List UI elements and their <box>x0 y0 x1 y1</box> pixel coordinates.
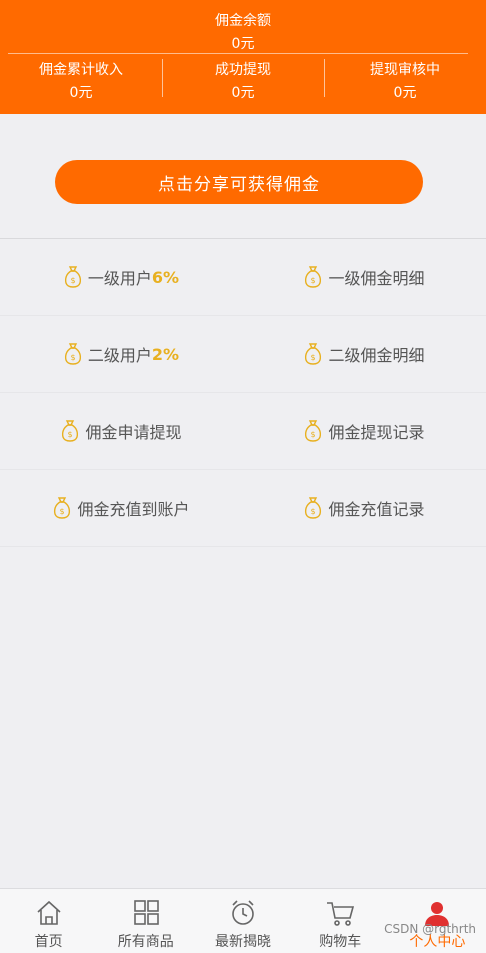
stat-withdrawn: 成功提现 0元 <box>162 57 324 101</box>
svg-text:$: $ <box>70 353 75 362</box>
home-icon <box>37 900 61 925</box>
tab-label: 所有商品 <box>117 934 174 950</box>
tab-home[interactable]: 首页 <box>0 889 97 953</box>
menu-item-label: 二级佣金明细 <box>328 346 425 365</box>
stat-value: 0元 <box>393 85 417 101</box>
menu-item-level1-users[interactable]: $ 一级用户 6% <box>0 239 243 315</box>
menu-item-label: 佣金充值到账户 <box>77 500 190 519</box>
stats-row: 佣金累计收入 0元 成功提现 0元 提现审核中 0元 <box>0 57 486 101</box>
menu-item-label: 佣金充值记录 <box>328 500 425 519</box>
grid-icon <box>133 900 159 925</box>
stat-label: 成功提现 <box>215 62 271 78</box>
svg-text:$: $ <box>311 353 316 362</box>
stat-value: 0元 <box>69 85 93 101</box>
svg-text:$: $ <box>68 430 73 439</box>
stat-label: 提现审核中 <box>370 62 440 78</box>
level2-percent: 2% <box>151 344 180 364</box>
commission-header: 佣金余额 0元 佣金累计收入 0元 成功提现 0元 提现审核中 0元 <box>0 0 486 114</box>
tab-profile[interactable]: 个人中心 <box>389 889 486 953</box>
tab-label: 最新揭晓 <box>215 934 271 950</box>
svg-text:$: $ <box>311 430 316 439</box>
menu-item-level2-detail[interactable]: $ 二级佣金明细 <box>243 316 486 392</box>
menu-item-label: 一级用户 <box>87 269 152 288</box>
svg-text:$: $ <box>311 276 316 285</box>
menu-item-label: 佣金提现记录 <box>328 423 425 442</box>
money-bag-icon: $ <box>305 420 322 442</box>
menu-item-level2-users[interactable]: $ 二级用户 2% <box>0 316 243 392</box>
tab-latest[interactable]: 最新揭晓 <box>194 889 291 953</box>
level1-percent: 6% <box>151 267 180 287</box>
stat-value: 0元 <box>231 85 255 101</box>
balance-value: 0元 <box>231 36 255 52</box>
menu-item-recharge-record[interactable]: $ 佣金充值记录 <box>243 470 486 546</box>
cart-icon <box>327 902 355 926</box>
tab-label: 首页 <box>34 934 63 950</box>
commission-menu: $ 一级用户 6% $ 一级佣金明细 $ 二级用户 2% $ 二级佣金明细 $ … <box>0 239 486 547</box>
svg-text:$: $ <box>311 507 316 516</box>
menu-row: $ 佣金申请提现 $ 佣金提现记录 <box>0 393 486 470</box>
menu-item-label: 一级佣金明细 <box>328 269 425 288</box>
balance-label: 佣金余额 <box>215 13 271 29</box>
money-bag-icon: $ <box>62 420 79 442</box>
money-bag-icon: $ <box>54 497 71 519</box>
menu-row: $ 一级用户 6% $ 一级佣金明细 <box>0 239 486 316</box>
money-bag-icon: $ <box>305 266 322 288</box>
money-bag-icon: $ <box>64 266 81 288</box>
money-bag-icon: $ <box>305 497 322 519</box>
header-divider <box>8 53 468 54</box>
menu-row: $ 佣金充值到账户 $ 佣金充值记录 <box>0 470 486 547</box>
menu-item-withdraw-record[interactable]: $ 佣金提现记录 <box>243 393 486 469</box>
svg-text:$: $ <box>70 276 75 285</box>
stat-pending-review: 提现审核中 0元 <box>324 57 486 101</box>
menu-item-label: 二级用户 <box>87 346 152 365</box>
tab-cart[interactable]: 购物车 <box>292 889 389 953</box>
svg-text:$: $ <box>60 507 65 516</box>
menu-item-label: 佣金申请提现 <box>85 423 182 442</box>
menu-item-level1-detail[interactable]: $ 一级佣金明细 <box>243 239 486 315</box>
tab-label: 购物车 <box>319 934 362 950</box>
menu-item-apply-withdraw[interactable]: $ 佣金申请提现 <box>0 393 243 469</box>
share-button[interactable]: 点击分享可获得佣金 <box>55 160 423 204</box>
menu-item-recharge-account[interactable]: $ 佣金充值到账户 <box>0 470 243 546</box>
tab-all-products[interactable]: 所有商品 <box>97 889 194 953</box>
watermark: CSDN @rgthrth <box>384 922 476 936</box>
stat-label: 佣金累计收入 <box>39 62 123 78</box>
money-bag-icon: $ <box>305 343 322 365</box>
share-area: 点击分享可获得佣金 <box>0 114 486 238</box>
alarm-clock-icon <box>232 900 254 925</box>
stat-total-income: 佣金累计收入 0元 <box>0 57 162 101</box>
menu-row: $ 二级用户 2% $ 二级佣金明细 <box>0 316 486 393</box>
money-bag-icon: $ <box>64 343 81 365</box>
bottom-tab-bar: 首页 所有商品 最新揭晓 购物车 个人中心 <box>0 888 486 953</box>
